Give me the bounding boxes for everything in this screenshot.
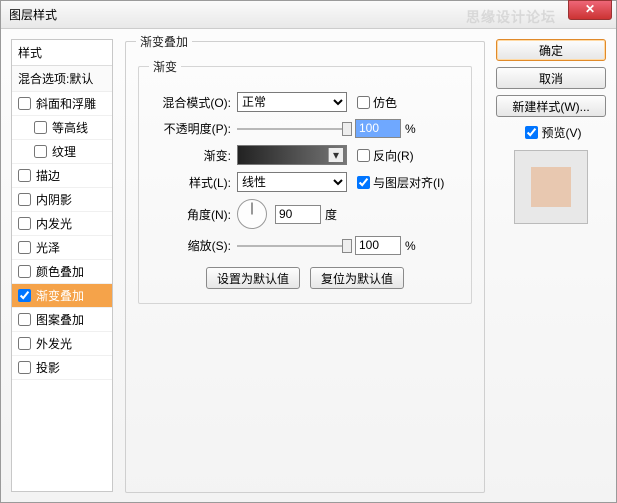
sidebar-item-check-5[interactable] (18, 217, 31, 230)
preview-input[interactable] (525, 126, 538, 139)
dither-input[interactable] (357, 96, 370, 109)
scale-label: 缩放(S): (149, 237, 237, 254)
effect-panel-title: 渐变叠加 (136, 33, 192, 50)
sidebar-item-label: 等高线 (52, 119, 88, 136)
sidebar-item-check-4[interactable] (18, 193, 31, 206)
sidebar-item-label: 斜面和浮雕 (36, 95, 96, 112)
sidebar-item-1[interactable]: 等高线 (12, 116, 112, 140)
sidebar-item-5[interactable]: 内发光 (12, 212, 112, 236)
scale-slider[interactable] (237, 237, 347, 255)
cancel-button[interactable]: 取消 (496, 67, 606, 89)
align-label: 与图层对齐(I) (373, 174, 444, 191)
opacity-label: 不透明度(P): (149, 120, 237, 137)
sidebar-item-check-9[interactable] (18, 313, 31, 326)
opacity-unit: % (405, 122, 416, 136)
ok-button[interactable]: 确定 (496, 39, 606, 61)
sidebar-item-check-11[interactable] (18, 361, 31, 374)
reverse-label: 反向(R) (373, 147, 414, 164)
sidebar-item-check-1[interactable] (34, 121, 47, 134)
align-checkbox[interactable]: 与图层对齐(I) (357, 174, 444, 191)
sidebar-item-check-2[interactable] (34, 145, 47, 158)
gradient-picker[interactable] (237, 145, 347, 165)
sidebar-blend-options[interactable]: 混合选项:默认 (12, 66, 112, 92)
sidebar-item-label: 投影 (36, 359, 60, 376)
sidebar-item-label: 渐变叠加 (36, 287, 84, 304)
scale-unit: % (405, 239, 416, 253)
opacity-slider[interactable] (237, 120, 347, 138)
sidebar-item-label: 图案叠加 (36, 311, 84, 328)
reverse-input[interactable] (357, 149, 370, 162)
sidebar-item-9[interactable]: 图案叠加 (12, 308, 112, 332)
sidebar-item-7[interactable]: 颜色叠加 (12, 260, 112, 284)
sidebar-item-11[interactable]: 投影 (12, 356, 112, 380)
sidebar-item-check-3[interactable] (18, 169, 31, 182)
preview-inner (531, 167, 571, 207)
dialog-body: 样式 混合选项:默认 斜面和浮雕等高线纹理描边内阴影内发光光泽颜色叠加渐变叠加图… (1, 29, 616, 502)
styles-sidebar: 样式 混合选项:默认 斜面和浮雕等高线纹理描边内阴影内发光光泽颜色叠加渐变叠加图… (11, 39, 113, 492)
gradient-group: 渐变 混合模式(O): 正常 仿色 不透明度(P): (138, 58, 472, 304)
watermark: 思缘设计论坛 (466, 3, 556, 31)
sidebar-item-label: 内发光 (36, 215, 72, 232)
sidebar-heading[interactable]: 样式 (12, 40, 112, 66)
sidebar-item-check-10[interactable] (18, 337, 31, 350)
sidebar-item-check-7[interactable] (18, 265, 31, 278)
set-default-button[interactable]: 设置为默认值 (206, 267, 300, 289)
sidebar-item-label: 内阴影 (36, 191, 72, 208)
angle-dial[interactable] (237, 199, 267, 229)
angle-unit: 度 (325, 206, 337, 223)
titlebar: 图层样式 思缘设计论坛 ✕ (1, 1, 616, 29)
sidebar-item-8[interactable]: 渐变叠加 (12, 284, 112, 308)
sidebar-item-3[interactable]: 描边 (12, 164, 112, 188)
style-select[interactable]: 线性 (237, 172, 347, 192)
angle-label: 角度(N): (149, 206, 237, 223)
effect-panel: 渐变叠加 渐变 混合模式(O): 正常 仿色 不透明度(P): (125, 33, 485, 493)
sidebar-item-label: 外发光 (36, 335, 72, 352)
sidebar-item-label: 描边 (36, 167, 60, 184)
align-input[interactable] (357, 176, 370, 189)
angle-input[interactable]: 90 (275, 205, 321, 224)
sidebar-item-6[interactable]: 光泽 (12, 236, 112, 260)
gradient-group-title: 渐变 (149, 58, 181, 75)
opacity-input[interactable]: 100 (355, 119, 401, 138)
window-title: 图层样式 (9, 8, 57, 22)
blend-mode-label: 混合模式(O): (149, 94, 237, 111)
preview-swatch (514, 150, 588, 224)
sidebar-item-label: 纹理 (52, 143, 76, 160)
close-button[interactable]: ✕ (568, 0, 612, 20)
layer-style-dialog: 图层样式 思缘设计论坛 ✕ 样式 混合选项:默认 斜面和浮雕等高线纹理描边内阴影… (0, 0, 617, 503)
sidebar-item-0[interactable]: 斜面和浮雕 (12, 92, 112, 116)
style-label: 样式(L): (149, 174, 237, 191)
sidebar-item-2[interactable]: 纹理 (12, 140, 112, 164)
scale-input[interactable]: 100 (355, 236, 401, 255)
sidebar-item-check-6[interactable] (18, 241, 31, 254)
preview-label: 预览(V) (542, 124, 582, 141)
gradient-label: 渐变: (149, 147, 237, 164)
sidebar-item-check-0[interactable] (18, 97, 31, 110)
dither-checkbox[interactable]: 仿色 (357, 94, 397, 111)
reset-default-button[interactable]: 复位为默认值 (310, 267, 404, 289)
sidebar-item-label: 光泽 (36, 239, 60, 256)
dither-label: 仿色 (373, 94, 397, 111)
blend-mode-select[interactable]: 正常 (237, 92, 347, 112)
preview-checkbox[interactable]: 预览(V) (496, 123, 606, 142)
reverse-checkbox[interactable]: 反向(R) (357, 147, 414, 164)
sidebar-item-check-8[interactable] (18, 289, 31, 302)
new-style-button[interactable]: 新建样式(W)... (496, 95, 606, 117)
sidebar-item-label: 颜色叠加 (36, 263, 84, 280)
sidebar-item-4[interactable]: 内阴影 (12, 188, 112, 212)
right-panel: 确定 取消 新建样式(W)... 预览(V) (496, 39, 606, 224)
sidebar-item-10[interactable]: 外发光 (12, 332, 112, 356)
